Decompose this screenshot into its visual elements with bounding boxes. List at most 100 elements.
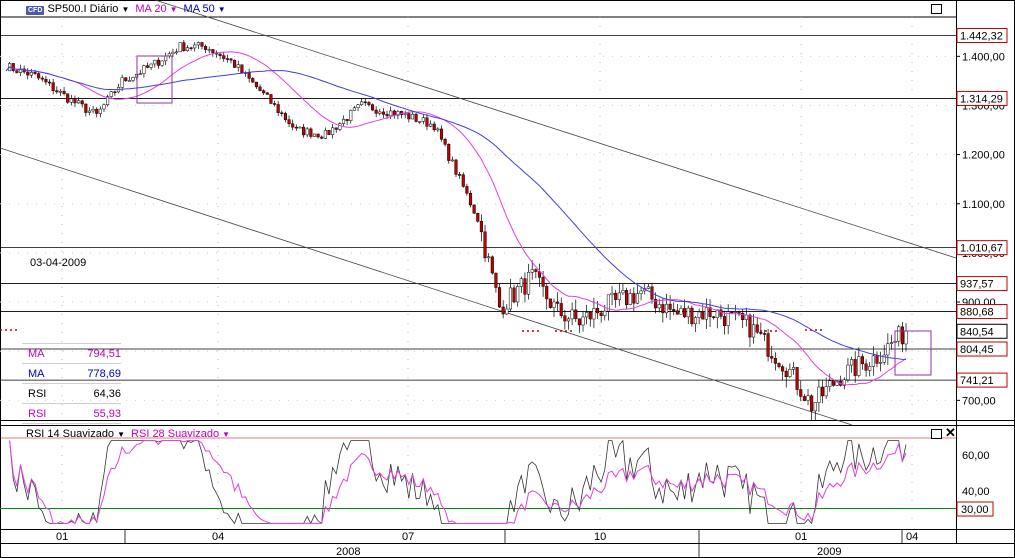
rsi-legend: RSI 14 Suavizado ▼ RSI 28 Suavizado ▼ (26, 428, 230, 440)
rsi28-legend[interactable]: RSI 28 Suavizado ▼ (131, 428, 230, 440)
rsi-tick-label: 40,00 (962, 486, 990, 498)
price-tick-label: 1.400,00 (962, 51, 1005, 63)
maximize-icon[interactable] (931, 429, 942, 439)
candle (447, 144, 451, 161)
candle (831, 380, 835, 386)
candle (704, 307, 708, 320)
cfd-icon: CFD (26, 6, 45, 15)
candle (127, 80, 131, 82)
candle (454, 159, 458, 175)
candle (392, 110, 396, 116)
candle (302, 126, 306, 136)
info-row: RSI 55,93 (22, 403, 121, 424)
candle (458, 174, 462, 176)
price-tick-label: 1.100,00 (962, 199, 1005, 211)
candle (737, 311, 741, 314)
candle (211, 49, 215, 53)
candle (131, 77, 135, 81)
price-legend: CFD SP500.I Diário ▼ MA 20 ▼ MA 50 ▼ (26, 3, 226, 15)
trend-line (0, 147, 853, 426)
candle (744, 314, 748, 320)
candle (639, 290, 643, 295)
candle (164, 55, 168, 62)
candle (817, 386, 821, 403)
candle (523, 278, 527, 295)
candle (432, 123, 436, 131)
candle (11, 63, 15, 71)
chevron-down-icon[interactable]: ▼ (121, 5, 129, 14)
info-row: RSI 64,36 (22, 383, 121, 403)
info-value: 794,51 (87, 347, 121, 360)
instrument[interactable]: CFD SP500.I Diário ▼ (26, 3, 129, 15)
price-box-label: 741,21 (960, 375, 994, 387)
candle (846, 364, 850, 380)
candle (113, 91, 117, 94)
candle (182, 42, 186, 51)
candle (559, 303, 563, 317)
candle (632, 293, 636, 304)
candle (66, 93, 70, 103)
candle (882, 354, 886, 363)
candle (777, 363, 781, 367)
candle (864, 363, 868, 371)
info-value: 778,69 (87, 367, 121, 380)
chart-window: 1.400,001.300,001.200,001.100,001.000,00… (0, 0, 1015, 558)
chevron-down-icon[interactable]: ▼ (170, 5, 178, 14)
chevron-down-icon[interactable]: ▼ (222, 430, 230, 439)
price-tick-label: 1.200,00 (962, 150, 1005, 162)
candle (327, 130, 331, 135)
candle (175, 51, 179, 54)
candle (283, 113, 287, 120)
candle (200, 42, 204, 47)
candle (479, 220, 483, 233)
candle (574, 309, 578, 320)
candle (748, 314, 752, 338)
month-label: 10 (594, 531, 606, 543)
year-label: 2008 (336, 546, 360, 558)
candle (378, 111, 382, 114)
candle (556, 301, 560, 304)
candle (189, 47, 193, 50)
candle (91, 108, 95, 112)
price-box-label: 880,68 (960, 307, 994, 319)
candle (44, 78, 48, 83)
maximize-icon[interactable] (931, 4, 942, 14)
chevron-down-icon[interactable]: ▼ (117, 430, 125, 439)
candle (850, 359, 854, 366)
candle (693, 317, 698, 325)
candle (254, 81, 258, 88)
candle (298, 126, 302, 129)
candle (853, 359, 857, 376)
close-icon[interactable]: ✕ (945, 426, 956, 439)
info-row: MA 778,69 (22, 363, 121, 383)
candle (791, 367, 796, 370)
candle (802, 396, 806, 401)
candle (167, 53, 171, 56)
candle (697, 311, 701, 318)
rsi28-line (9, 440, 907, 525)
candle (712, 316, 716, 318)
candle (160, 60, 164, 66)
candle (625, 290, 629, 305)
rsi14-legend[interactable]: RSI 14 Suavizado ▼ (26, 428, 125, 440)
ma50-line (5, 66, 907, 360)
chevron-down-icon[interactable]: ▼ (218, 5, 226, 14)
candle (305, 128, 309, 136)
candle (338, 123, 342, 130)
candle (690, 307, 694, 325)
price-box-label: 937,57 (960, 279, 994, 291)
info-key: MA (28, 347, 45, 360)
candle (374, 109, 378, 114)
ma50-legend[interactable]: MA 50 ▼ (184, 3, 226, 15)
candle (886, 343, 890, 356)
candle (73, 98, 77, 104)
candle (664, 303, 669, 314)
candle (483, 231, 487, 259)
price-chart[interactable]: 1.400,001.300,001.200,001.100,001.000,00… (0, 0, 1015, 558)
info-key: RSI (28, 387, 47, 400)
candle (519, 278, 523, 287)
ma20-legend[interactable]: MA 20 ▼ (135, 3, 177, 15)
candle (410, 113, 415, 120)
candle (37, 73, 41, 79)
candle (588, 312, 592, 320)
